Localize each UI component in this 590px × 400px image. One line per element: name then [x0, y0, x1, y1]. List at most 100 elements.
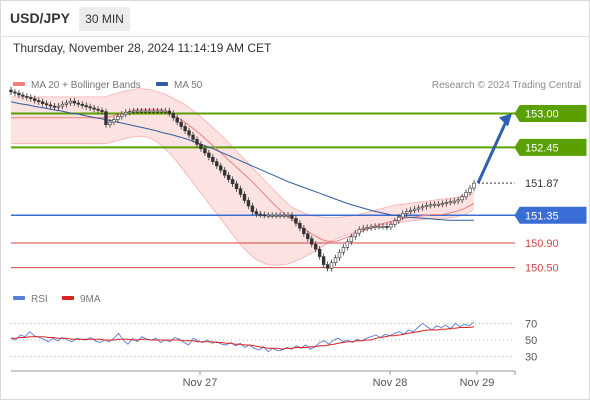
- candle-down: [175, 117, 179, 123]
- candle-down: [302, 227, 306, 235]
- candle-up: [274, 214, 278, 217]
- candle-down: [171, 113, 175, 119]
- candle-up: [361, 227, 365, 230]
- candle-down: [96, 108, 100, 111]
- candle-down: [250, 205, 255, 212]
- candle: [13, 88, 17, 97]
- candle-down: [179, 121, 183, 127]
- candle-down: [80, 103, 84, 106]
- candle-down: [183, 126, 187, 132]
- candle-down: [207, 152, 211, 158]
- price-label: 150.90: [525, 238, 559, 250]
- candle-up: [397, 216, 401, 222]
- candle-down: [21, 94, 25, 97]
- candle-up: [420, 206, 425, 209]
- candle-down: [254, 211, 259, 215]
- candle: [329, 259, 334, 272]
- candle-up: [155, 110, 160, 113]
- candle-down: [211, 156, 215, 162]
- candle-down: [33, 98, 37, 101]
- candle-up: [120, 113, 124, 117]
- candle-down: [219, 165, 223, 171]
- candle: [337, 249, 342, 261]
- candle-up: [412, 208, 417, 211]
- candle-up: [333, 257, 338, 264]
- candle-down: [195, 139, 199, 145]
- candle-down: [203, 148, 207, 154]
- price-tag-resistance: 152.45: [514, 138, 587, 156]
- candle-up: [68, 100, 73, 104]
- candle-up: [416, 207, 421, 210]
- candle-down: [294, 218, 298, 224]
- rsi-tick-label: 70: [525, 318, 537, 330]
- candle-up: [460, 196, 464, 201]
- candle-down: [72, 100, 77, 104]
- candle-down: [246, 200, 251, 207]
- candle-up: [353, 232, 357, 238]
- candle-down: [317, 248, 322, 257]
- candle-up: [456, 199, 460, 202]
- rsi-tick-label: 30: [525, 352, 537, 364]
- candle-up: [159, 110, 164, 113]
- rsi-tick-label: 50: [525, 335, 537, 347]
- candle-down: [25, 95, 29, 98]
- candle-up: [151, 110, 156, 113]
- candle: [321, 253, 326, 268]
- candle-up: [128, 111, 132, 114]
- candle-up: [444, 202, 448, 204]
- candle-up: [365, 227, 369, 230]
- candle-up: [472, 182, 476, 189]
- price-tag-resistance: 153.00: [514, 105, 587, 122]
- candle-down: [187, 130, 191, 136]
- candle-down: [242, 193, 247, 201]
- candle-down: [191, 134, 195, 140]
- candle: [345, 238, 350, 251]
- candle-up: [124, 111, 128, 115]
- candle: [104, 108, 108, 128]
- x-tick-label: Nov 28: [373, 377, 408, 389]
- candle: [325, 261, 330, 272]
- bollinger-band: [11, 88, 474, 266]
- price-tag-label: 152.45: [525, 142, 559, 154]
- candle-up: [424, 205, 429, 207]
- candle-up: [270, 214, 274, 217]
- candle-up: [108, 121, 112, 125]
- candle-down: [44, 103, 49, 106]
- candle-up: [116, 116, 120, 120]
- rsi-line: [10, 321, 475, 353]
- candle-down: [290, 214, 294, 219]
- candle-up: [464, 192, 468, 198]
- candle-up: [329, 262, 334, 269]
- x-tick-label: Nov 27: [183, 377, 218, 389]
- candle-up: [64, 102, 69, 105]
- candle-up: [401, 213, 405, 218]
- candle-down: [100, 110, 104, 112]
- candle-up: [389, 224, 393, 228]
- candle-down: [226, 174, 231, 180]
- candle-down: [76, 102, 80, 105]
- candle-up: [337, 251, 342, 259]
- candle-up: [135, 110, 140, 113]
- candle-down: [92, 107, 96, 110]
- candle-up: [147, 110, 152, 113]
- candle-up: [278, 214, 282, 217]
- candle-down: [48, 104, 53, 107]
- candle-up: [440, 203, 445, 206]
- candle-down: [310, 238, 314, 245]
- candle-up: [468, 187, 472, 193]
- candle-up: [448, 201, 452, 204]
- candle-up: [393, 220, 397, 225]
- candle-down: [258, 213, 263, 216]
- candle-down: [17, 92, 21, 96]
- candle-up: [377, 226, 381, 228]
- candle-down: [325, 264, 330, 269]
- candle-up: [286, 214, 290, 217]
- candle-down: [230, 179, 235, 185]
- candle-down: [222, 169, 227, 176]
- candle-down: [385, 226, 389, 228]
- candle-down: [298, 222, 302, 229]
- candle-up: [405, 211, 409, 214]
- candle-down: [167, 110, 171, 114]
- candle-down: [88, 106, 92, 109]
- price-tag-label: 153.00: [525, 109, 559, 121]
